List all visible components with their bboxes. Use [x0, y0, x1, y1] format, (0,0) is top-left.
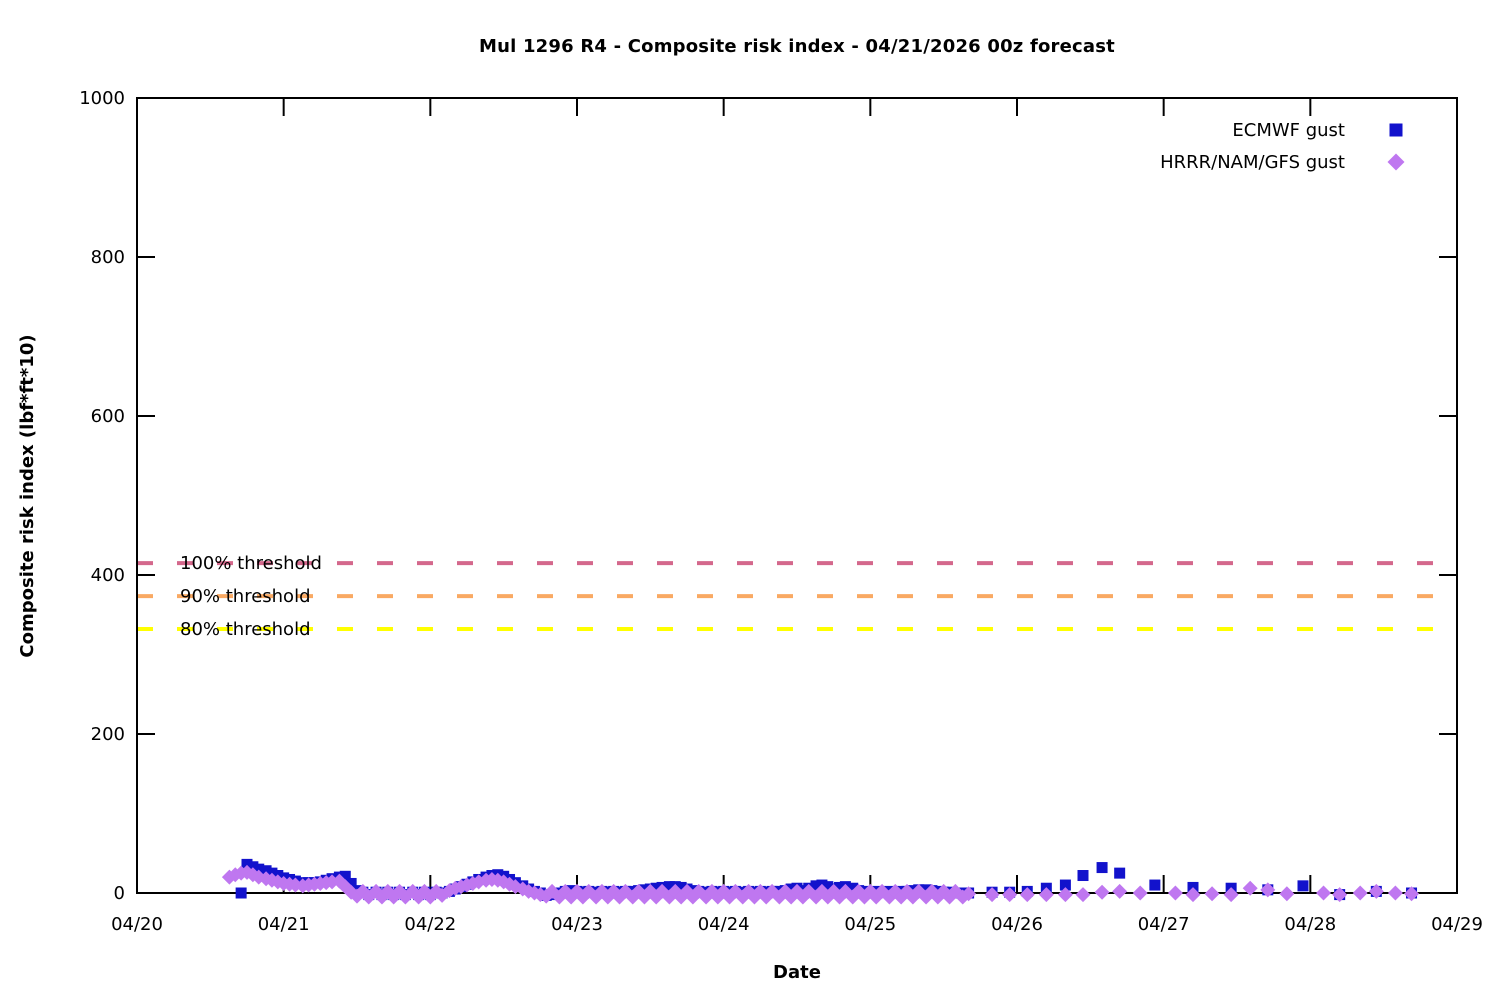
y-tick-label: 200: [91, 724, 125, 745]
x-tick-label: 04/23: [551, 914, 603, 935]
x-tick-label: 04/20: [111, 914, 163, 935]
threshold-label: 90% threshold: [180, 586, 311, 607]
y-tick-label: 0: [114, 883, 125, 904]
data-point-ecmwf: [1097, 862, 1108, 873]
y-tick-label: 800: [91, 247, 125, 268]
data-point-hrrr: [1095, 885, 1110, 900]
y-tick-label: 400: [91, 565, 125, 586]
x-tick-label: 04/26: [991, 914, 1043, 935]
threshold-label: 80% threshold: [180, 619, 311, 640]
legend-marker-ecmwf: [1390, 124, 1403, 137]
data-point-ecmwf: [236, 888, 247, 899]
x-tick-label: 04/22: [404, 914, 456, 935]
y-axis-title: Composite risk index (lbf*ft*10): [17, 296, 47, 696]
x-tick-label: 04/21: [258, 914, 310, 935]
data-point-hrrr: [1076, 887, 1091, 902]
data-point-ecmwf: [1298, 880, 1309, 891]
x-tick-label: 04/25: [844, 914, 896, 935]
data-point-hrrr: [1316, 886, 1331, 901]
data-point-ecmwf: [1078, 870, 1089, 881]
data-point-ecmwf: [1114, 868, 1125, 879]
legend-marker-hrrr: [1388, 154, 1405, 171]
data-point-hrrr: [1133, 886, 1148, 901]
x-tick-label: 04/27: [1138, 914, 1190, 935]
data-point-hrrr: [1353, 886, 1368, 901]
y-tick-label: 600: [91, 406, 125, 427]
data-point-hrrr: [1168, 886, 1183, 901]
composite-risk-chart: Mul 1296 R4 - Composite risk index - 04/…: [0, 0, 1500, 1000]
data-point-hrrr: [1388, 886, 1403, 901]
legend-label: ECMWF gust: [1232, 120, 1345, 141]
data-point-hrrr: [1205, 886, 1220, 901]
x-tick-label: 04/29: [1431, 914, 1483, 935]
data-point-hrrr: [1112, 884, 1127, 899]
x-tick-label: 04/24: [698, 914, 750, 935]
data-point-hrrr: [1279, 886, 1294, 901]
threshold-label: 100% threshold: [180, 553, 322, 574]
x-axis-title: Date: [137, 962, 1457, 983]
y-tick-label: 1000: [79, 88, 125, 109]
legend-label: HRRR/NAM/GFS gust: [1160, 152, 1345, 173]
x-tick-label: 04/28: [1284, 914, 1336, 935]
chart-canvas: 0 200 400 600 800 1000 04/20 04/21 04/22 04/23 04/…: [0, 0, 1500, 1000]
data-point-ecmwf: [1149, 880, 1160, 891]
plot-border: [137, 98, 1457, 893]
